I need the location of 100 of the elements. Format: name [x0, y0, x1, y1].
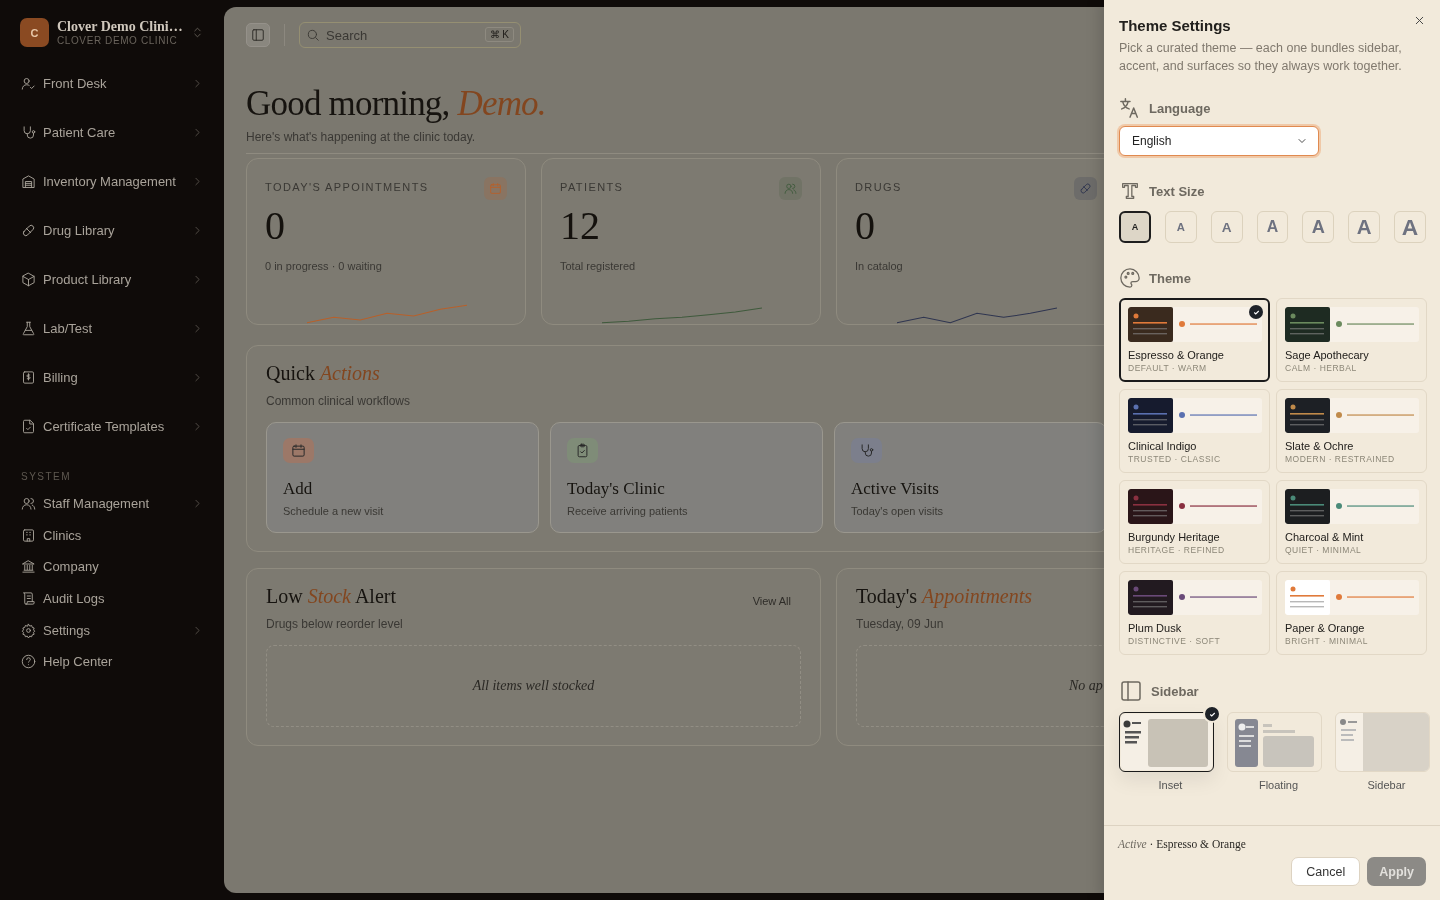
panel-icon: [251, 28, 265, 42]
theme-card[interactable]: Sage Apothecary CALM · HERBAL: [1276, 298, 1427, 382]
settings-icon: [21, 622, 36, 638]
stat-value: 0: [855, 204, 876, 248]
calendar-icon: [489, 182, 502, 195]
sidebar-item[interactable]: Company: [14, 551, 210, 583]
updown-chevron-icon: [191, 26, 204, 39]
box-icon: [21, 272, 36, 287]
drawer-title: Theme Settings: [1119, 17, 1231, 34]
active-theme-text: Active · Espresso & Orange: [1118, 838, 1247, 850]
action-card[interactable]: Active Visits Today's open visits: [834, 422, 1107, 533]
theme-tags: DISTINCTIVE · SOFT: [1128, 636, 1261, 646]
sidebar-toggle-button[interactable]: [246, 23, 270, 47]
theme-name: Burgundy Heritage: [1128, 531, 1221, 543]
theme-tags: TRUSTED · CLASSIC: [1128, 454, 1261, 464]
card-title: Low Stock Alert: [266, 585, 396, 608]
action-subtitle: Receive arriving patients: [567, 505, 689, 517]
shortcut-hint: ⌘ K: [484, 27, 514, 42]
theme-tags: HERITAGE · REFINED: [1128, 545, 1261, 555]
close-button[interactable]: [1413, 14, 1426, 27]
theme-card[interactable]: Plum Dusk DISTINCTIVE · SOFT: [1119, 571, 1270, 655]
sidebar-item[interactable]: Product Library: [14, 255, 210, 304]
action-card[interactable]: Today's Clinic Receive arriving patients: [550, 422, 823, 533]
theme-card[interactable]: Slate & Ochre MODERN · RESTRAINED: [1276, 389, 1427, 473]
workspace-logo[interactable]: C: [20, 18, 49, 47]
drawer-description: Pick a curated theme — each one bundles sidebar, accent, and surfaces so they always work together.: [1119, 40, 1403, 75]
stat-value: 12: [560, 204, 601, 248]
action-subtitle: Today's open visits: [851, 505, 944, 517]
language-select[interactable]: English: [1119, 126, 1319, 156]
theme-name: Paper & Orange: [1285, 622, 1366, 634]
sidebar-item[interactable]: Audit Logs: [14, 582, 210, 615]
cancel-button[interactable]: Cancel: [1291, 857, 1361, 886]
theme-tags: CALM · HERBAL: [1285, 363, 1418, 373]
sidebar-item[interactable]: Staff Management: [14, 488, 210, 520]
theme-tags: DEFAULT · WARM: [1128, 363, 1261, 373]
card-subtitle: Tuesday, 09 Jun: [856, 617, 944, 631]
theme-name: Charcoal & Mint: [1285, 531, 1365, 543]
check-badge-icon: [1203, 705, 1221, 723]
stat-label: DRUGS: [855, 181, 902, 193]
pill-icon: [1079, 182, 1092, 195]
sidebar-item[interactable]: Inventory Management: [14, 157, 210, 206]
text-size-option[interactable]: A: [1210, 211, 1243, 243]
theme-name: Plum Dusk: [1128, 622, 1183, 634]
sidebar-item[interactable]: Lab/Test: [14, 304, 210, 353]
clipboard-check-icon: [575, 443, 590, 458]
sidebar-item[interactable]: Clinics: [14, 519, 210, 552]
sidebar-item[interactable]: Patient Care: [14, 108, 210, 157]
text-size-option[interactable]: A: [1164, 211, 1197, 243]
sidebar-item[interactable]: Settings: [14, 614, 210, 646]
sidebar-item[interactable]: Front Desk: [14, 59, 210, 108]
sidebar-item[interactable]: Drug Library: [14, 206, 210, 255]
flask-icon: [21, 321, 36, 336]
pill-icon: [21, 223, 36, 238]
theme-tags: QUIET · MINIMAL: [1285, 545, 1418, 555]
text-size-icon: [1119, 180, 1141, 202]
sidebar-item[interactable]: Billing: [14, 353, 210, 402]
sidebar-layout-icon: [1119, 679, 1143, 703]
check-badge-icon: [1249, 305, 1263, 319]
theme-name: Espresso & Orange: [1128, 349, 1225, 361]
text-size-option[interactable]: A: [1348, 211, 1381, 243]
translate-icon: [1119, 97, 1141, 119]
stat-caption: In catalog: [855, 260, 904, 272]
text-size-option[interactable]: A: [1256, 211, 1289, 243]
theme-tags: BRIGHT · MINIMAL: [1285, 636, 1418, 646]
action-subtitle: Schedule a new visit: [283, 505, 385, 517]
panel-title: Quick Actions: [266, 362, 380, 385]
theme-card[interactable]: Espresso & Orange DEFAULT · WARM: [1119, 298, 1270, 382]
empty-message: All items well stocked: [472, 678, 595, 694]
stat-label: PATIENTS: [560, 181, 624, 193]
theme-name: Slate & Ochre: [1285, 440, 1355, 452]
card-title: Today's Appointments: [856, 585, 1033, 608]
action-title: Add: [283, 479, 314, 499]
document-check-icon: [21, 419, 36, 434]
section-label: Sidebar: [1151, 683, 1199, 699]
greeting-title: Good morning, Demo.: [246, 84, 546, 124]
theme-card[interactable]: Paper & Orange BRIGHT · MINIMAL: [1276, 571, 1427, 655]
building-icon: [21, 527, 36, 543]
theme-card[interactable]: Charcoal & Mint QUIET · MINIMAL: [1276, 480, 1427, 564]
text-size-option[interactable]: A: [1302, 211, 1335, 243]
stat-label: TODAY'S APPOINTMENTS: [265, 181, 429, 193]
card-subtitle: Drugs below reorder level: [266, 617, 403, 631]
empty-message: No ap: [1069, 678, 1103, 694]
stethoscope-icon: [21, 125, 36, 140]
palette-icon: [1119, 267, 1141, 289]
bank-icon: [21, 559, 36, 575]
section-label: Language: [1149, 100, 1211, 116]
text-size-option[interactable]: A: [1394, 211, 1426, 243]
sidebar-item[interactable]: Certificate Templates: [14, 402, 210, 451]
workspace-name: Clover Demo Clini…: [57, 19, 183, 35]
action-card[interactable]: Add Schedule a new visit: [266, 422, 539, 533]
text-size-option[interactable]: A: [1119, 211, 1151, 243]
theme-card[interactable]: Burgundy Heritage HERITAGE · REFINED: [1119, 480, 1270, 564]
receipt-icon: [21, 370, 36, 385]
sidebar-item[interactable]: Help Center: [14, 645, 210, 678]
greeting-subtitle: Here's what's happening at the clinic today.: [246, 130, 476, 144]
stethoscope-icon: [859, 443, 874, 458]
theme-tags: MODERN · RESTRAINED: [1285, 454, 1418, 464]
close-icon: [1413, 14, 1426, 27]
theme-card[interactable]: Clinical Indigo TRUSTED · CLASSIC: [1119, 389, 1270, 473]
calendar-icon: [291, 443, 306, 458]
